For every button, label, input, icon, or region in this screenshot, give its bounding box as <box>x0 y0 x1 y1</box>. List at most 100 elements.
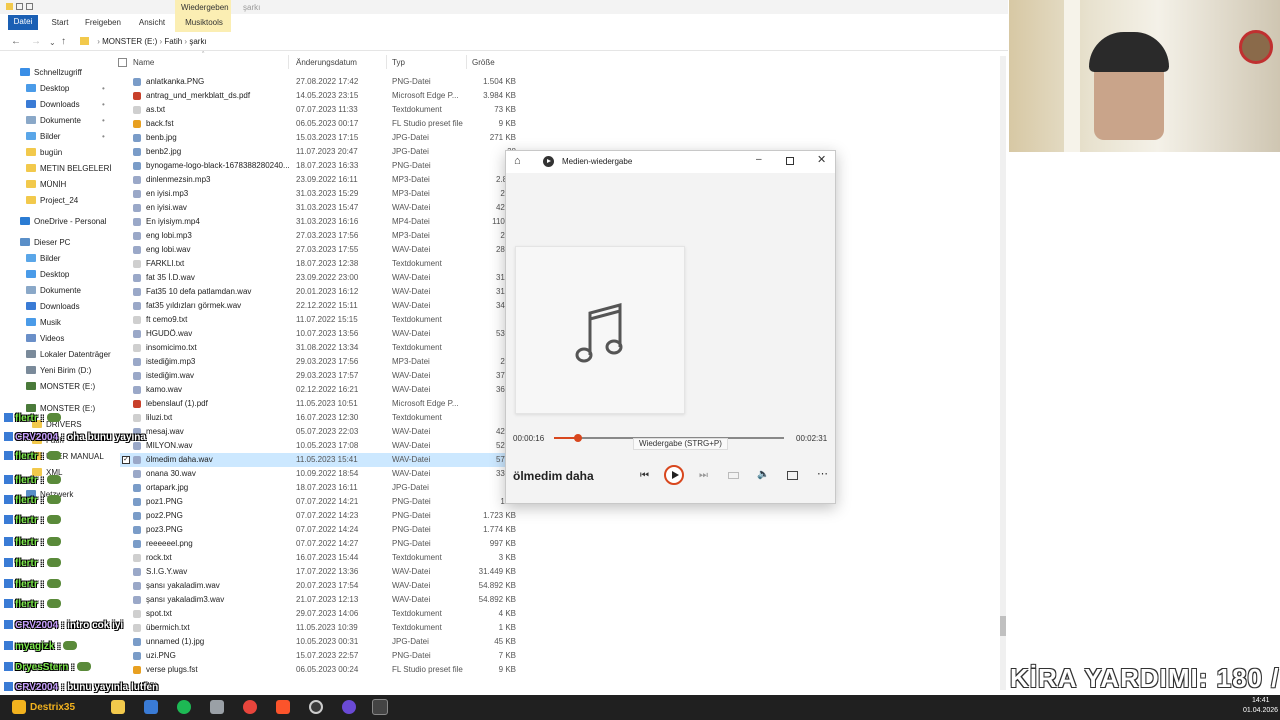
file-row[interactable]: unnamed (1).jpg 10.05.2023 00:31 JPG-Datei… <box>120 635 520 649</box>
file-row[interactable]: benb.jpg 15.03.2023 17:15 JPG-Datei 271 KB <box>120 131 520 145</box>
chrome-icon[interactable] <box>243 700 257 714</box>
file-row[interactable]: ortapark.jpg 18.07.2023 16:11 JPG-Datei <box>120 481 520 495</box>
tab-start[interactable]: Start <box>46 16 74 30</box>
sidebar-item[interactable]: MONSTER (E:) <box>26 380 95 394</box>
column-header-size[interactable]: Größe <box>472 57 495 69</box>
sidebar-item[interactable]: Bilder • <box>26 130 105 144</box>
minimize-button[interactable]: – <box>756 154 762 165</box>
calculator-icon[interactable] <box>210 700 224 714</box>
previous-button[interactable]: ⏮ <box>640 470 649 481</box>
file-row[interactable]: poz1.PNG07.07.2022 14:21PNG-Datei1.78 <box>120 495 520 509</box>
sidebar-item[interactable]: Dokumente • <box>26 114 105 128</box>
sidebar-item[interactable]: Lokaler Datenträger <box>26 348 111 362</box>
column-header-date[interactable]: Änderungsdatum <box>296 57 357 69</box>
sidebar-item[interactable]: Yeni Birim (D:) <box>26 364 91 378</box>
file-row[interactable]: eng lobi.mp327.03.2023 17:56MP3-Datei2.5… <box>120 229 520 243</box>
pin-icon[interactable]: • <box>102 114 105 128</box>
subtitles-icon[interactable] <box>728 472 739 479</box>
file-row[interactable]: fat35 yıldızları görmek.wav 22.12.2022 15… <box>120 299 520 313</box>
brave-icon[interactable] <box>276 700 290 714</box>
file-row[interactable]: lebenslauf (1).pdf 11.05.2023 10:51 Micros… <box>120 397 520 411</box>
file-row[interactable]: kamo.wav02.12.2022 16:21WAV-Datei36.01 <box>120 383 520 397</box>
file-row[interactable]: poz3.PNG 07.07.2022 14:24 PNG-Datei 1.774 K… <box>120 523 520 537</box>
store-icon[interactable] <box>144 700 158 714</box>
properties-icon[interactable] <box>26 3 33 10</box>
file-row[interactable]: insomicimo.txt 31.08.2022 13:34 Textdokume… <box>120 341 520 355</box>
forward-icon[interactable]: → <box>31 36 41 47</box>
sidebar-item[interactable]: Dieser PC <box>20 236 70 250</box>
chevron-down-icon[interactable]: ⌄ <box>49 38 56 47</box>
file-row[interactable]: reeeeeel.png 07.07.2022 14:27 PNG-Datei 997… <box>120 537 520 551</box>
home-icon[interactable]: ⌂ <box>514 155 521 167</box>
breadcrumb-item[interactable]: şarkı <box>189 37 206 46</box>
file-row[interactable]: poz2.PNG 07.07.2022 14:23 PNG-Datei 1.723 K… <box>120 509 520 523</box>
close-button[interactable]: ✕ <box>817 153 826 166</box>
file-row[interactable]: spot.txt 29.07.2023 14:06 Textdokument 4 KB <box>120 607 520 621</box>
up-icon[interactable]: ↑ <box>61 36 66 47</box>
file-row[interactable]: bynogame-logo-black-1678388280240... 18.0… <box>120 159 520 173</box>
tab-musiktools[interactable]: Musiktools <box>180 16 228 30</box>
maximize-button[interactable] <box>786 157 794 165</box>
select-all-checkbox[interactable] <box>118 58 127 67</box>
file-row[interactable]: back.fst 06.05.2023 00:17 FL Studio preset… <box>120 117 520 131</box>
file-row[interactable]: istediğim.wav29.03.2023 17:57WAV-Datei37… <box>120 369 520 383</box>
file-row[interactable]: antrag_und_merkblatt_ds.pdf 14.05.2023 23… <box>120 89 520 103</box>
file-row[interactable]: şansı yakaladim.wav 20.07.2023 17:54 WAV-D… <box>120 579 520 593</box>
file-row[interactable]: uzi.PNG 15.07.2023 22:57 PNG-Datei 7 KB <box>120 649 520 663</box>
context-tab-wiedergeben[interactable]: Wiedergeben <box>181 3 229 12</box>
obs-icon[interactable] <box>309 700 323 714</box>
sidebar-item[interactable]: OneDrive - Personal <box>20 215 106 229</box>
seek-thumb[interactable] <box>574 434 583 442</box>
file-row[interactable]: en iyisi.wav31.03.2023 15:47WAV-Datei42.… <box>120 201 520 215</box>
column-header-type[interactable]: Typ <box>392 57 405 69</box>
next-button[interactable]: ⏭ <box>699 470 708 481</box>
sidebar-item[interactable]: Desktop <box>26 268 69 282</box>
file-row[interactable]: liluzi.txt 16.07.2023 12:30 Textdokument <box>120 411 520 425</box>
file-row[interactable]: şansı yakaladim3.wav 21.07.2023 12:13 WAV-… <box>120 593 520 607</box>
breadcrumb[interactable]: › MONSTER (E:) › Fatih › şarkı <box>80 36 207 48</box>
file-row[interactable]: ft cemo9.txt 11.07.2022 15:15 Textdokument <box>120 313 520 327</box>
file-explorer-icon[interactable] <box>111 700 125 714</box>
sidebar-item[interactable]: Downloads • <box>26 98 105 112</box>
sidebar-item[interactable]: Downloads <box>26 300 80 314</box>
file-row[interactable]: rock.txt 16.07.2023 15:44 Textdokument 3 KB <box>120 551 520 565</box>
file-row[interactable]: S.I.G.Y.wav 17.07.2022 13:36 WAV-Datei 31.4… <box>120 565 520 579</box>
spotify-icon[interactable] <box>177 700 191 714</box>
file-row[interactable]: benb2.jpg11.07.2023 20:47JPG-Datei28 <box>120 145 520 159</box>
tab-freigeben[interactable]: Freigeben <box>82 16 124 30</box>
play-button[interactable] <box>664 465 684 485</box>
file-row[interactable]: en iyisi.mp331.03.2023 15:29MP3-Datei2.9… <box>120 187 520 201</box>
sidebar-item[interactable]: Dokumente <box>26 284 81 298</box>
file-row[interactable]: istediğim.mp329.03.2023 17:56MP3-Datei2.… <box>120 355 520 369</box>
checkbox-icon[interactable] <box>16 3 23 10</box>
mini-player-icon[interactable] <box>787 471 798 480</box>
file-row[interactable]: eng lobi.wav27.03.2023 17:55WAV-Datei28.… <box>120 243 520 257</box>
file-row[interactable]: as.txt 07.07.2023 11:33 Textdokument 73 KB <box>120 103 520 117</box>
sidebar-item[interactable]: Bilder <box>26 252 60 266</box>
breadcrumb-item[interactable]: MONSTER (E:) <box>102 37 157 46</box>
file-row[interactable]: En iyisiym.mp431.03.2023 16:16MP4-Datei1… <box>120 215 520 229</box>
file-row[interactable]: mesaj.wav05.07.2023 22:03WAV-Datei42.45 <box>120 425 520 439</box>
scrollbar[interactable] <box>1000 56 1006 690</box>
back-icon[interactable]: ← <box>11 36 21 47</box>
tab-datei[interactable]: Datei <box>8 15 38 30</box>
sidebar-item[interactable]: MÜNİH <box>26 178 66 192</box>
sidebar-item[interactable]: Project_24 <box>26 194 78 208</box>
sidebar-item[interactable]: Videos <box>26 332 64 346</box>
sidebar-item[interactable]: Desktop • <box>26 82 105 96</box>
file-row[interactable]: anlatkanka.PNG 27.08.2022 17:42 PNG-Datei 1… <box>120 75 520 89</box>
file-row[interactable]: verse plugs.fst 06.05.2023 00:24 FL Studio… <box>120 663 520 677</box>
file-row[interactable]: dinlenmezsin.mp3 23.09.2022 16:11 MP3-Date… <box>120 173 520 187</box>
file-row[interactable]: Fat35 10 defa patlamdan.wav 20.01.2023 16… <box>120 285 520 299</box>
discord-icon[interactable] <box>342 700 356 714</box>
file-row[interactable]: übermich.txt 11.05.2023 10:39 Textdokument… <box>120 621 520 635</box>
file-row[interactable]: ✓ ölmedim daha.wav 11.05.2023 15:41 WAV-Dat… <box>120 453 520 467</box>
file-row[interactable]: fat 35 İ.D.wav23.09.2022 23:00WAV-Datei3… <box>120 271 520 285</box>
file-row[interactable]: HGUDÖ.wav10.07.2023 13:56WAV-Datei53.90 <box>120 327 520 341</box>
pin-icon[interactable]: • <box>102 98 105 112</box>
sidebar-item[interactable]: METIN BELGELERİ <box>26 162 112 176</box>
breadcrumb-item[interactable]: Fatih <box>164 37 182 46</box>
file-row[interactable]: FARKLI.txt 18.07.2023 12:38 Textdokument <box>120 257 520 271</box>
sidebar-item[interactable]: Schnellzugriff <box>20 66 82 80</box>
sidebar-item[interactable]: Musik <box>26 316 61 330</box>
